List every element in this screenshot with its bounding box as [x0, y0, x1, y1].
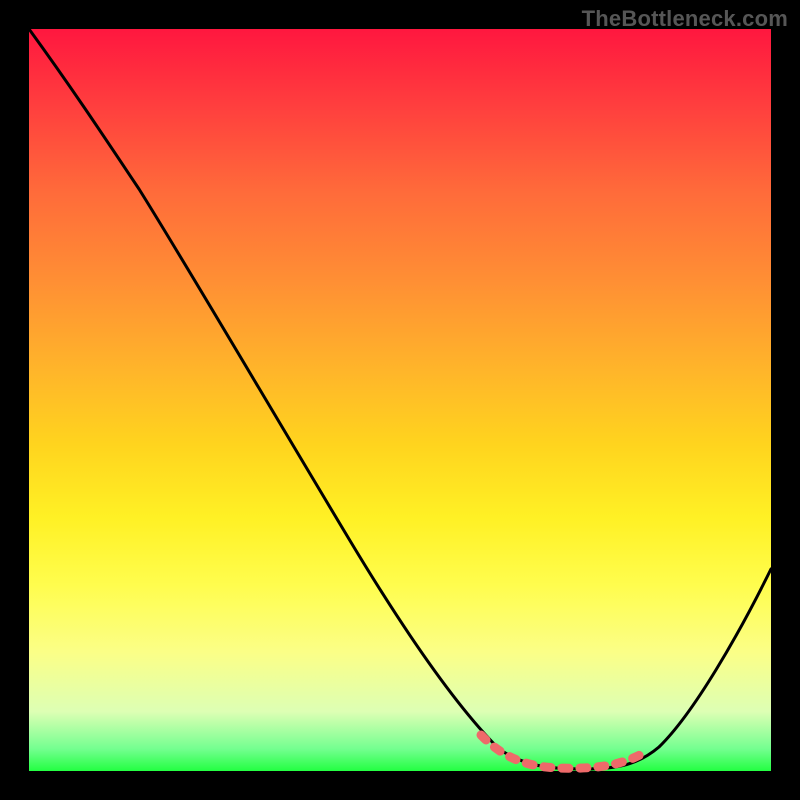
chart-svg	[29, 29, 771, 771]
chart-plot-area	[29, 29, 771, 771]
watermark-text: TheBottleneck.com	[582, 6, 788, 32]
curve-black	[29, 29, 771, 769]
